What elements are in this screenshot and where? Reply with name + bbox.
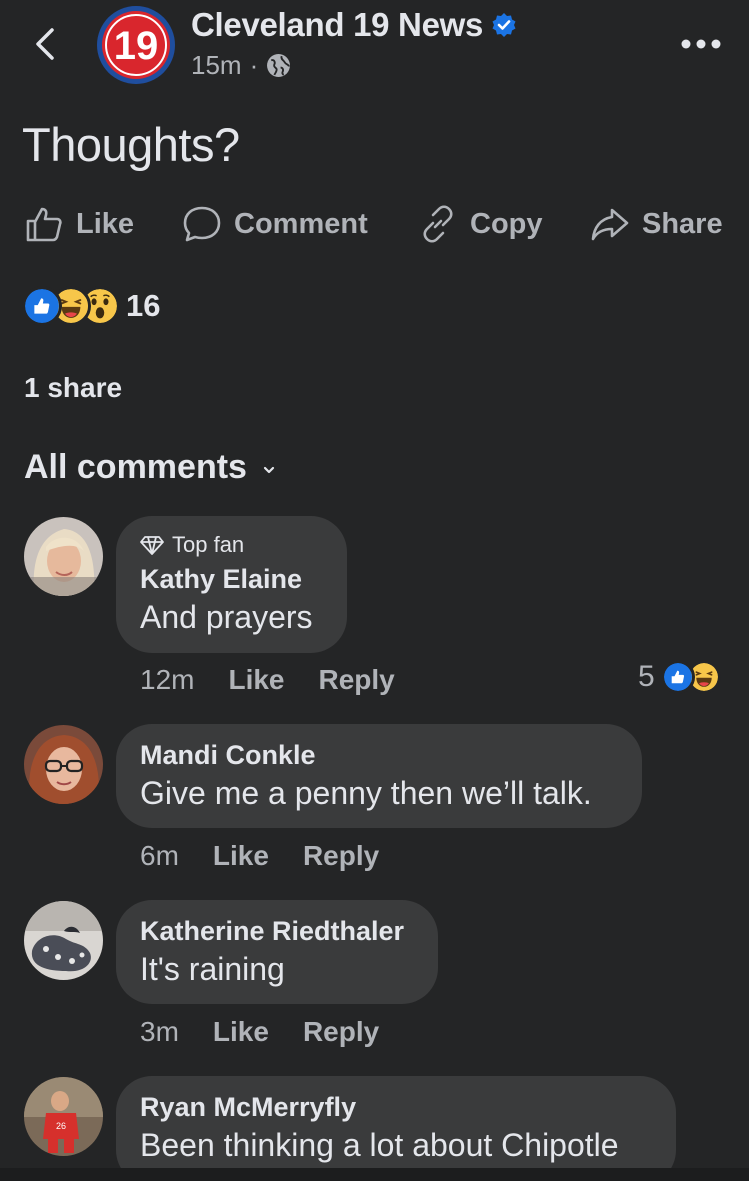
- comment-bubble[interactable]: Ryan McMerryfly Been thinking a lot abou…: [116, 1076, 676, 1181]
- reaction-icons: [22, 286, 122, 326]
- globe-icon: [267, 54, 291, 77]
- page-logo-avatar[interactable]: 19: [95, 4, 177, 86]
- thumbs-up-icon: [26, 207, 62, 242]
- comment-time[interactable]: 6m: [140, 840, 179, 872]
- bottom-bar: [0, 1168, 749, 1181]
- comment-button[interactable]: Comment: [182, 204, 368, 244]
- reaction-summary[interactable]: 16: [22, 286, 160, 326]
- comment-author[interactable]: Katherine Riedthaler: [140, 916, 414, 947]
- commenter-avatar[interactable]: 26: [24, 1077, 103, 1156]
- comment-meta: 6m Like Reply: [140, 840, 379, 872]
- diamond-icon: [140, 536, 164, 555]
- more-options-icon[interactable]: [680, 34, 722, 54]
- commenter-avatar[interactable]: [24, 725, 103, 804]
- commenter-avatar[interactable]: [24, 901, 103, 980]
- comment-author[interactable]: Mandi Conkle: [140, 740, 618, 771]
- comment-author[interactable]: Kathy Elaine: [140, 564, 323, 595]
- share-button[interactable]: Share: [590, 204, 723, 244]
- comment-reaction-count: 5: [638, 660, 655, 693]
- comment-reactions[interactable]: 5: [638, 660, 725, 694]
- comment-meta: 12m Like Reply: [140, 664, 395, 696]
- like-button[interactable]: Like: [24, 204, 134, 244]
- commenter-avatar[interactable]: [24, 517, 103, 596]
- comment-bubble[interactable]: Katherine Riedthaler It's raining: [116, 900, 438, 1004]
- comment-time[interactable]: 3m: [140, 1016, 179, 1048]
- back-icon[interactable]: [30, 24, 60, 64]
- comments-filter[interactable]: All comments: [24, 448, 277, 487]
- comment-time[interactable]: 12m: [140, 664, 194, 696]
- post-header: 19 Cleveland 19 News 15m ·: [0, 0, 749, 96]
- comment-meta: 3m Like Reply: [140, 1016, 379, 1048]
- comment-text: It's raining: [140, 951, 285, 987]
- comments-filter-label: All comments: [24, 448, 247, 486]
- comment-like-button[interactable]: Like: [213, 840, 269, 872]
- comment-reply-button[interactable]: Reply: [303, 1016, 379, 1048]
- link-icon: [423, 205, 453, 243]
- chevron-down-icon: [263, 466, 275, 473]
- post-text: Thoughts?: [22, 118, 240, 171]
- reaction-count: 16: [126, 288, 161, 323]
- copy-button[interactable]: Copy: [418, 204, 543, 244]
- comment-bubble-icon: [183, 206, 221, 242]
- comment-like-button[interactable]: Like: [228, 664, 284, 696]
- meta-separator: ·: [249, 50, 259, 80]
- comment-reply-button[interactable]: Reply: [303, 840, 379, 872]
- comment-text: And prayers: [140, 599, 313, 635]
- comment-like-button[interactable]: Like: [213, 1016, 269, 1048]
- top-fan-label: Top fan: [172, 532, 245, 557]
- svg-text:26: 26: [56, 1121, 66, 1131]
- share-label: Share: [642, 207, 723, 240]
- post-actions: Like Comment Copy Share: [0, 200, 749, 256]
- post-detail-screen: 19 Cleveland 19 News 15m · Thoughts? Lik…: [0, 0, 749, 1181]
- like-label: Like: [76, 207, 135, 240]
- comment-text: Give me a penny then we’ll talk.: [140, 775, 592, 811]
- share-arrow-icon: [591, 208, 629, 241]
- like-reaction-icon: [660, 660, 695, 694]
- share-count[interactable]: 1 share: [24, 372, 122, 404]
- comment-bubble[interactable]: Top fan Kathy Elaine And prayers: [116, 516, 347, 653]
- comment-reply-button[interactable]: Reply: [319, 664, 395, 696]
- page-logo-text: 19: [114, 24, 159, 68]
- comment-reaction-icons: [660, 660, 725, 694]
- comment-label: Comment: [234, 207, 368, 240]
- verified-badge-icon: [492, 13, 516, 37]
- copy-label: Copy: [470, 207, 543, 240]
- post-meta: 15m ·: [191, 50, 291, 81]
- comment-author[interactable]: Ryan McMerryfly: [140, 1092, 652, 1123]
- comment-bubble[interactable]: Mandi Conkle Give me a penny then we’ll …: [116, 724, 642, 828]
- post-timestamp[interactable]: 15m: [191, 50, 242, 81]
- page-name-row: Cleveland 19 News: [191, 6, 517, 44]
- like-reaction-icon: [22, 286, 62, 326]
- comment-text: Been thinking a lot about Chipotle: [140, 1127, 619, 1163]
- page-name[interactable]: Cleveland 19 News: [191, 6, 483, 44]
- top-fan-badge: Top fan: [140, 532, 323, 558]
